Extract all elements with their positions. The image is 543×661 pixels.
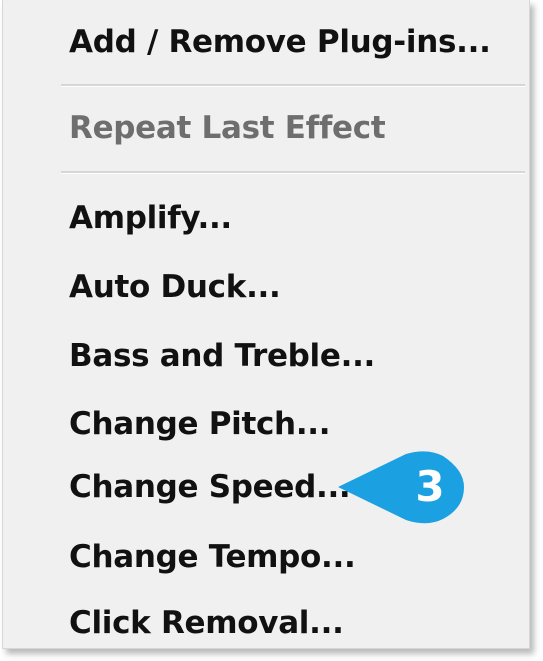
menu-item-change-speed[interactable]: Change Speed... [69,461,351,513]
menu-item-add-remove-plugins[interactable]: Add / Remove Plug-ins... [69,16,491,68]
menu-separator [61,171,525,174]
menu-item-auto-duck[interactable]: Auto Duck... [69,261,281,313]
menu-item-click-removal[interactable]: Click Removal... [69,597,344,649]
menu-item-repeat-last-effect: Repeat Last Effect [69,110,386,146]
menu-item-change-tempo[interactable]: Change Tempo... [69,531,356,583]
menu-item-bass-and-treble[interactable]: Bass and Treble... [69,330,375,382]
menu-separator [61,84,525,87]
menu-item-amplify[interactable]: Amplify... [69,192,232,244]
step-number: 3 [415,462,445,511]
effect-menu: Add / Remove Plug-ins... Repeat Last Eff… [2,0,530,649]
menu-item-change-pitch[interactable]: Change Pitch... [69,398,331,450]
